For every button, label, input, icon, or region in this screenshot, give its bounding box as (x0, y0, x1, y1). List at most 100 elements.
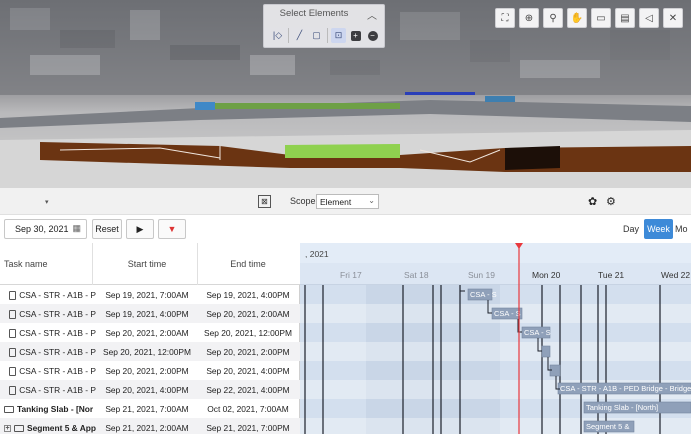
today-marker-head (515, 243, 523, 249)
section-plane-icon[interactable]: ▤ (615, 8, 635, 28)
task-start: Sep 20, 2021, 2:00AM (105, 328, 189, 338)
task-start: Sep 20, 2021, 2:00PM (105, 366, 189, 376)
folder-icon (14, 424, 24, 432)
grid-header: Task name Start time End time (0, 243, 300, 285)
column-start-time[interactable]: Start time (97, 243, 197, 285)
bar-label: CSA - S (524, 328, 551, 337)
close-icon[interactable]: ✕ (663, 8, 683, 28)
task-end: Sep 21, 2021, 7:00PM (206, 423, 290, 433)
date-value: Sep 30, 2021 (15, 224, 69, 234)
task-end: Oct 02, 2021, 7:00AM (207, 404, 289, 414)
zoom-icon[interactable]: ⚲ (543, 8, 563, 28)
gantt-header-bar: ▾ ⊠ Scope: Element ⌄ ✿ ⚙ (0, 187, 691, 215)
document-icon (9, 385, 17, 395)
task-start: Sep 21, 2021, 7:00AM (105, 404, 189, 414)
scope-dropdown[interactable]: Element ⌄ (316, 194, 379, 209)
task-end: Sep 19, 2021, 4:00PM (206, 290, 290, 300)
chevron-up-icon[interactable]: ︿ (367, 7, 377, 22)
gantt-timeline[interactable]: , 2021 Fri 17 Sat 18 Sun 19 Mon 20 Tue 2… (300, 243, 691, 434)
table-row[interactable]: + Segment 5 & App Sep 21, 2021, 2:00AM Se… (0, 418, 300, 434)
task-name: Tanking Slab - [Nor (17, 404, 94, 414)
task-name: Segment 5 & App (27, 423, 96, 433)
document-icon (9, 290, 17, 300)
scope-label: Scope: (290, 196, 319, 206)
bar-label: CSA - STR - A1B - PED Bridge - Bridge - … (560, 384, 691, 393)
scope-value: Element (320, 197, 352, 207)
zoom-window-icon[interactable]: ⊕ (519, 8, 539, 28)
task-start: Sep 19, 2021, 7:00AM (105, 290, 189, 300)
bar-label: CSA - S (470, 290, 497, 299)
orbit-icon[interactable]: ◁ (639, 8, 659, 28)
task-name: CSA - STR - A1B - P (19, 347, 96, 357)
play-icon: ▶ (136, 223, 144, 234)
divider (92, 243, 93, 285)
filter-button[interactable]: ▼ (158, 219, 186, 239)
task-name: CSA - STR - A1B - P (19, 366, 96, 376)
task-end: Sep 20, 2021, 2:00PM (206, 347, 290, 357)
task-start: Sep 20, 2021, 4:00PM (105, 385, 189, 395)
filter-icon: ▼ (167, 224, 177, 234)
element-select-icon[interactable]: ⊡ (331, 28, 346, 43)
task-start: Sep 20, 2021, 12:00PM (102, 347, 191, 357)
play-button[interactable]: ▶ (126, 219, 154, 239)
gear-icon[interactable]: ⚙ (606, 195, 616, 208)
task-start: Sep 21, 2021, 2:00AM (105, 423, 189, 433)
task-end: Sep 22, 2021, 4:00PM (206, 385, 290, 395)
document-icon (9, 366, 17, 376)
caret-down-icon[interactable]: ▾ (45, 198, 49, 206)
task-end: Sep 20, 2021, 2:00AM (206, 309, 290, 319)
tab-month[interactable]: Mo (675, 219, 691, 239)
panel-title: Select Elements (279, 8, 349, 19)
calendar-icon[interactable]: ▦ (72, 223, 81, 234)
table-row[interactable]: CSA - STR - A1B - P Sep 20, 2021, 12:00P… (0, 342, 300, 361)
table-row[interactable]: CSA - STR - A1B - P Sep 20, 2021, 2:00AM… (0, 323, 300, 342)
section-box-icon[interactable]: ▭ (591, 8, 611, 28)
task-start: Sep 19, 2021, 4:00PM (105, 309, 189, 319)
pan-hand-icon[interactable]: ✋ (567, 8, 587, 28)
divider (327, 28, 328, 43)
task-bar (541, 345, 551, 358)
row-stripe (300, 342, 691, 361)
remove-icon[interactable]: − (365, 28, 380, 43)
table-row[interactable]: Tanking Slab - [Nor Sep 21, 2021, 7:00AM… (0, 399, 300, 418)
task-name: CSA - STR - A1B - P (19, 385, 96, 395)
document-icon (9, 347, 17, 357)
bar-label: Tanking Slab - [North] (586, 403, 658, 412)
bar-label: Segment 5 & (586, 422, 629, 431)
column-end-time[interactable]: End time (198, 243, 298, 285)
zoom-to-fit-icon[interactable]: ⊠ (258, 195, 271, 208)
task-end: Sep 20, 2021, 12:00PM (203, 328, 292, 338)
document-icon (9, 309, 17, 319)
task-name: CSA - STR - A1B - P (19, 290, 96, 300)
select-arrow-icon[interactable]: |◇ (270, 28, 285, 43)
task-end: Sep 20, 2021, 4:00PM (206, 366, 290, 376)
document-icon (9, 328, 17, 338)
date-picker[interactable]: Sep 30, 2021 ▦ (4, 219, 87, 239)
tab-week[interactable]: Week (644, 219, 673, 239)
expand-icon[interactable]: + (4, 424, 11, 432)
timeline-canvas: CSA - S CSA - S CSA - S CSA - STR - A1B … (300, 243, 691, 434)
column-task-name[interactable]: Task name (4, 243, 48, 285)
gantt-toolbar: Sep 30, 2021 ▦ Reset ▶ ▼ Day Week Mo (0, 215, 691, 243)
task-name: CSA - STR - A1B - P (19, 309, 96, 319)
bar-label: CSA - S (494, 309, 521, 318)
chevron-down-icon: ⌄ (368, 196, 375, 205)
box-select-icon[interactable]: ▢ (309, 28, 324, 43)
task-grid: Task name Start time End time CSA - STR … (0, 243, 300, 434)
model-viewer[interactable]: Select Elements ︿ |◇ ╱ ▢ ⊡ + − ⛶ ⊕ ⚲ ✋ ▭… (0, 0, 691, 187)
viewer-toolbar: ⛶ ⊕ ⚲ ✋ ▭ ▤ ◁ ✕ (495, 8, 683, 28)
select-elements-panel: Select Elements ︿ |◇ ╱ ▢ ⊡ + − (263, 4, 385, 48)
line-select-icon[interactable]: ╱ (292, 28, 307, 43)
add-icon[interactable]: + (348, 28, 363, 43)
tab-day[interactable]: Day (620, 219, 642, 239)
table-row[interactable]: CSA - STR - A1B - P Sep 19, 2021, 4:00PM… (0, 304, 300, 323)
table-row[interactable]: CSA - STR - A1B - P Sep 20, 2021, 4:00PM… (0, 380, 300, 399)
folder-icon (4, 405, 14, 413)
task-name: CSA - STR - A1B - P (19, 328, 96, 338)
divider (288, 28, 289, 43)
reset-button[interactable]: Reset (92, 219, 122, 239)
table-row[interactable]: CSA - STR - A1B - P Sep 20, 2021, 2:00PM… (0, 361, 300, 380)
fit-extents-icon[interactable]: ⛶ (495, 8, 515, 28)
table-row[interactable]: CSA - STR - A1B - P Sep 19, 2021, 7:00AM… (0, 285, 300, 304)
palette-icon[interactable]: ✿ (588, 195, 597, 208)
